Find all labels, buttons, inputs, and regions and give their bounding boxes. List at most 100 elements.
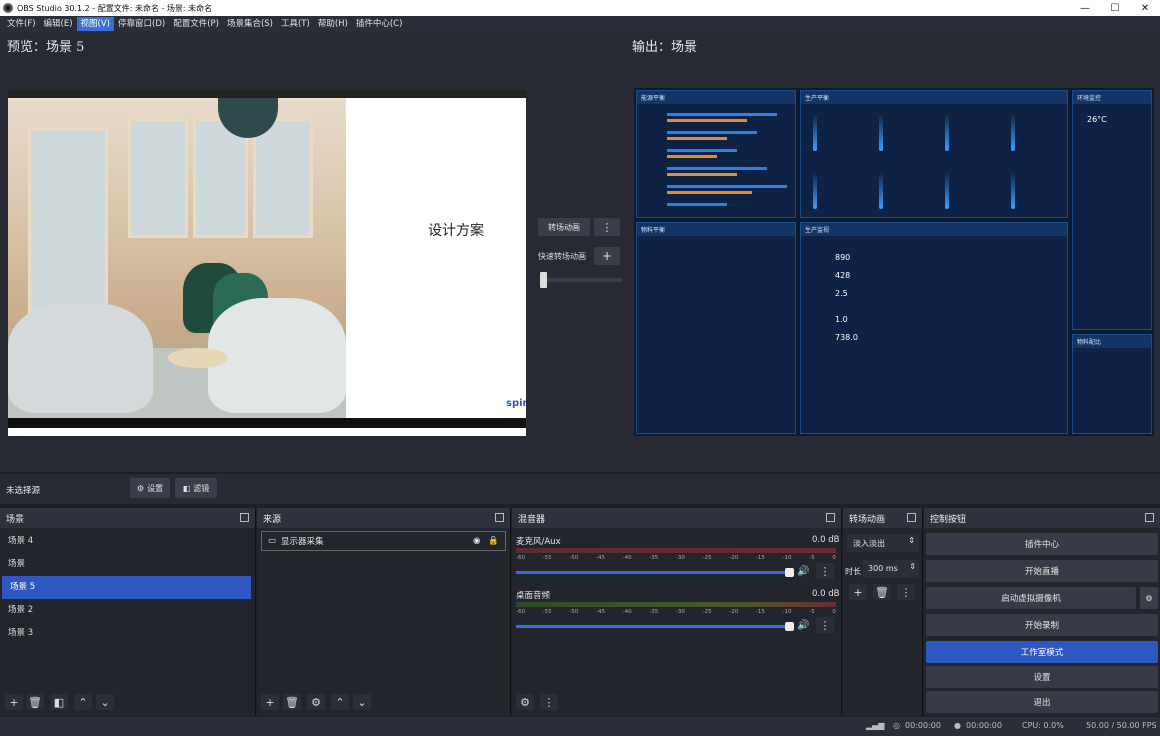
start-recording-button[interactable]: 开始录制 [926,614,1158,636]
desktop-volume-slider[interactable] [516,625,794,628]
mixer-menu-icon[interactable]: ⋮ [540,694,558,710]
source-item-label: 显示器采集 [281,537,324,547]
move-down-icon[interactable]: ⌄ [96,694,114,710]
network-icon: ▂▄▆ [866,721,885,730]
scene-item[interactable]: 场景 4 [0,530,255,553]
lock-icon[interactable]: 🔒 [488,536,499,546]
source-settings-button[interactable]: ⚙ 设置 [130,478,170,498]
studio-mode-button[interactable]: 工作室模式 [926,641,1158,663]
panel-title: 生产监视 [801,223,1067,236]
preview-label: 预览：场景 5 [7,40,85,55]
scene-item[interactable]: 场景 3 [0,622,255,645]
source-filters-button[interactable]: ◧ 滤镜 [175,478,217,498]
menu-scene-collection[interactable]: 场景集合(S) [223,17,277,31]
duration-value: 300 ms [868,564,898,573]
filter-icon: ◧ [182,483,191,493]
trash-icon[interactable]: 🗑 [873,584,891,600]
transitions-dock: 转场动画 淡入淡出 ⇕ 时长 300 ms ⇕ + 🗑 ⋮ [843,508,923,716]
t-bar-handle[interactable] [540,272,547,288]
panel-title: 物料配比 [1073,335,1151,348]
record-icon: ● [954,721,961,730]
metric-value: 2.5 [835,289,848,298]
t-bar-track[interactable] [540,278,622,282]
float-icon[interactable] [826,513,835,522]
speaker-icon[interactable]: 🔊 [797,620,809,631]
speaker-icon[interactable]: 🔊 [797,566,809,577]
start-virtual-camera-button[interactable]: 启动虚拟摄像机 [926,587,1136,609]
menu-profile[interactable]: 配置文件(P) [169,17,223,31]
metric-value: 890 [835,253,851,262]
metric-value: 738.0 [835,333,858,342]
add-scene-icon[interactable]: + [5,694,23,710]
mic-volume-handle[interactable] [785,568,794,577]
slide-title: 设计方案 [428,223,484,239]
advanced-audio-icon[interactable]: ⚙ [516,694,534,710]
window-title: OBS Studio 30.1.2 - 配置文件: 未命名 - 场景: 未命名 [17,3,213,13]
mic-menu-icon[interactable]: ⋮ [816,563,834,579]
duration-input[interactable]: 300 ms ⇕ [863,560,919,578]
trash-icon[interactable]: 🗑 [26,694,44,710]
menu-tools[interactable]: 工具(T) [277,17,314,31]
stream-icon: ◎ [893,721,900,730]
minimize-button[interactable]: — [1070,3,1100,14]
float-icon[interactable] [240,513,249,522]
exit-button[interactable]: 退出 [926,691,1158,713]
menu-view[interactable]: 视图(V) [76,17,114,31]
transition-button[interactable]: 转场动画 [538,218,590,236]
panel-title: 物料平衡 [637,223,795,236]
float-icon[interactable] [495,513,504,522]
desktop-channel-name: 桌面音频 [516,591,551,601]
scenes-dock: 场景 场景 4 场景 场景 5 场景 2 场景 3 + 🗑 ◧ ⌃ ⌄ [0,508,256,716]
move-up-icon[interactable]: ⌃ [74,694,92,710]
settings-button[interactable]: 设置 [926,666,1158,688]
transition-type-value: 淡入淡出 [853,539,885,548]
menu-bar: 文件(F) 编辑(E) 视图(V) 停靠窗口(D) 配置文件(P) 场景集合(S… [0,16,1160,32]
program-canvas[interactable]: 能源平衡 生产平衡 环境监控 26°C 物料平衡 生产监视 890 428 2.… [634,88,1154,436]
record-time: 00:00:00 [966,721,1002,730]
desktop-volume-meter [516,602,836,607]
scene-item[interactable]: 场景 [0,553,255,576]
mic-volume-slider[interactable] [516,571,794,574]
menu-plugins[interactable]: 插件中心(C) [352,17,407,31]
brand-logo: spin [506,398,526,409]
plugin-center-button[interactable]: 插件中心 [926,533,1158,555]
gear-icon[interactable]: ⚙ [307,694,325,710]
scene-item[interactable]: 场景 2 [0,599,255,622]
close-button[interactable]: ✕ [1130,3,1160,14]
add-source-icon[interactable]: + [261,694,279,710]
float-icon[interactable] [1145,513,1154,522]
start-streaming-button[interactable]: 开始直播 [926,560,1158,582]
move-down-icon[interactable]: ⌄ [353,694,371,710]
metric-value: 428 [835,271,851,280]
scene-item-selected[interactable]: 场景 5 [2,576,251,599]
float-icon[interactable] [907,513,916,522]
dock-title: 转场动画 [849,514,886,525]
quick-transitions-label: 快速转场动画 [538,252,586,261]
desktop-meter-scale: -60 -55 -50 -45 -40 -35 -30 -25 -20 -15 -10 -5 0 [516,609,836,615]
cpu-usage: CPU: 0.0% [1022,721,1064,730]
maximize-button[interactable]: ☐ [1100,3,1130,14]
gear-icon[interactable]: ⚙ [1140,587,1158,609]
menu-help[interactable]: 帮助(H) [314,17,352,31]
desktop-volume-handle[interactable] [785,622,794,631]
trash-icon[interactable]: 🗑 [283,694,301,710]
source-toolbar: 未选择源 ⚙ 设置 ◧ 滤镜 [0,474,1160,504]
program-label: 输出：场景 [632,40,698,55]
preview-canvas[interactable]: 设计方案 spin [8,90,526,436]
menu-file[interactable]: 文件(F) [3,17,40,31]
menu-edit[interactable]: 编辑(E) [40,17,77,31]
transition-menu-icon[interactable]: ⋮ [897,584,915,600]
add-quick-transition-button[interactable]: + [594,247,620,265]
add-transition-icon[interactable]: + [849,584,867,600]
transition-type-select[interactable]: 淡入淡出 ⇕ [847,534,919,552]
transition-more-button[interactable]: ⋮ [594,218,620,236]
panel-title: 能源平衡 [637,91,795,104]
panel-title: 环境监控 [1073,91,1151,104]
title-bar: OBS Studio 30.1.2 - 配置文件: 未命名 - 场景: 未命名 … [0,0,1160,16]
source-item[interactable]: ▭ 显示器采集 ◉ 🔒 [261,531,506,551]
desktop-menu-icon[interactable]: ⋮ [816,617,834,633]
scene-filter-icon[interactable]: ◧ [50,694,68,710]
menu-docks[interactable]: 停靠窗口(D) [114,17,169,31]
eye-icon[interactable]: ◉ [473,536,480,546]
move-up-icon[interactable]: ⌃ [331,694,349,710]
